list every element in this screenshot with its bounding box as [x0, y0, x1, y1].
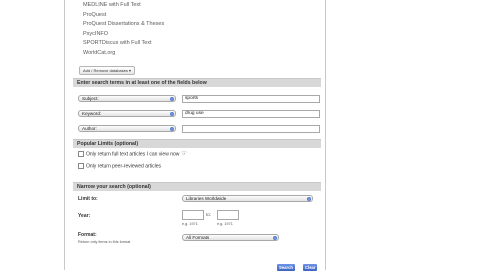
full-text-limit-row[interactable]: Only return full text articles I can vie… [78, 151, 187, 158]
database-item: WorldCat.org [83, 49, 116, 56]
search-term-input-2[interactable]: drug use [182, 110, 320, 118]
search-term-input-1[interactable]: sports [182, 95, 320, 103]
select-arrow-icon: ↕ [273, 235, 277, 240]
chevron-down-icon: ▾ [129, 68, 132, 73]
select-arrow-icon: ↕ [170, 111, 174, 116]
year-to-hint: e.g. 1971 [217, 222, 233, 226]
database-item: ProQuest [83, 11, 107, 18]
year-from-input[interactable] [182, 210, 204, 220]
year-to-input[interactable] [217, 210, 239, 220]
database-item: PsycINFO [83, 30, 109, 37]
database-item: ProQuest Dissertations & Theses [83, 21, 165, 28]
peer-reviewed-label: Only return peer-reviewed articles [86, 163, 162, 170]
field-type-select-3[interactable]: Author: ↕ [78, 125, 176, 132]
full-text-checkbox[interactable] [78, 151, 84, 157]
field-type-value: Keyword: [82, 111, 102, 116]
popular-limits-header: Popular Limits (optional) [73, 139, 321, 148]
select-arrow-icon: ↕ [170, 126, 174, 131]
format-select[interactable]: All Formats ↕ [182, 234, 279, 241]
year-to-label: to: [206, 212, 212, 217]
field-type-value: Subject: [82, 96, 99, 101]
hand-cursor-icon: ☞ [181, 151, 187, 158]
limit-to-label: Limit to: [78, 196, 98, 202]
format-sublabel: Return only items in this format [78, 240, 131, 244]
peer-reviewed-limit-row[interactable]: Only return peer-reviewed articles [78, 163, 161, 170]
peer-reviewed-checkbox[interactable] [78, 163, 84, 169]
select-arrow-icon: ↕ [307, 196, 311, 201]
search-terms-header: Enter search terms in at least one of th… [73, 78, 321, 87]
select-arrow-icon: ↕ [170, 96, 174, 101]
format-value: All Formats [186, 235, 210, 240]
search-panel: MEDLINE with Full Text ProQuest ProQuest… [64, 0, 326, 271]
limit-to-value: Libraries Worldwide [186, 196, 227, 201]
full-text-label: Only return full text articles I can vie… [86, 151, 180, 158]
field-type-value: Author: [82, 126, 97, 131]
year-label: Year: [78, 213, 91, 219]
search-term-input-3[interactable] [182, 125, 320, 133]
limit-to-select[interactable]: Libraries Worldwide ↕ [182, 195, 313, 202]
add-remove-databases-button[interactable]: Add / Remove databases ▾ [79, 66, 136, 75]
year-from-hint: e.g. 1971 [182, 222, 198, 226]
field-type-select-1[interactable]: Subject: ↕ [78, 95, 176, 102]
database-list: MEDLINE with Full Text ProQuest ProQuest… [83, 1, 164, 59]
add-remove-databases-label: Add / Remove databases [83, 68, 128, 73]
format-label: Format: [78, 232, 97, 238]
field-type-select-2[interactable]: Keyword: ↕ [78, 110, 176, 117]
database-item: SPORTDiscus with Full Text [83, 40, 152, 47]
database-item: MEDLINE with Full Text [83, 2, 141, 8]
narrow-search-header: Narrow your search (optional) [73, 182, 321, 191]
